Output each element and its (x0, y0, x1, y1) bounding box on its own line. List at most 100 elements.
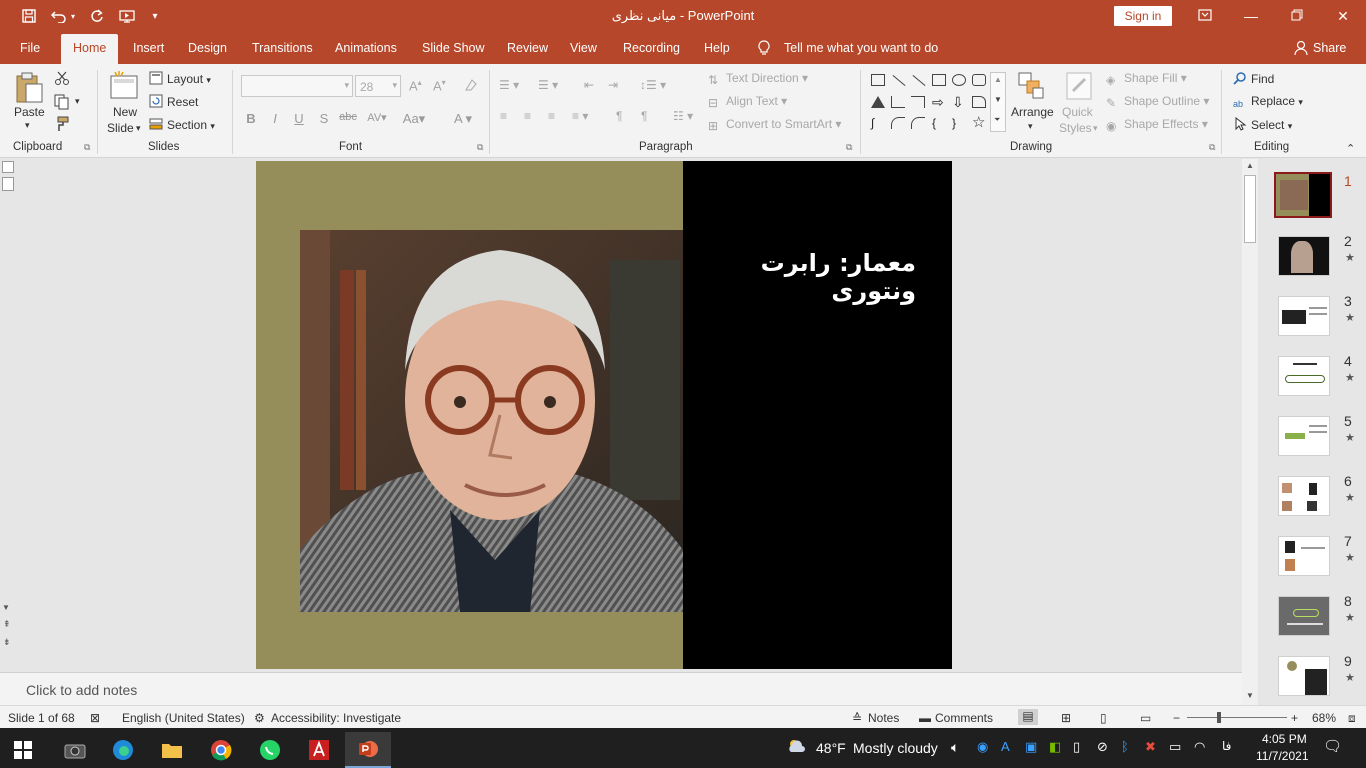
thumbnail-slide-9[interactable] (1278, 656, 1330, 696)
zoom-in-icon[interactable]: + (1291, 711, 1298, 725)
quick-styles-button[interactable]: Quick (1062, 105, 1093, 119)
accessibility-icon[interactable]: ⚙ (254, 711, 265, 725)
shape-outline-button[interactable]: ✎ Shape Outline ▾ (1106, 94, 1209, 110)
scroll-up-icon[interactable]: ▲ (1246, 161, 1254, 170)
spell-check-icon[interactable]: ⊠ (90, 711, 100, 725)
zoom-slider-thumb[interactable] (1217, 712, 1221, 723)
slideshow-view-icon[interactable]: ▭ (1140, 711, 1151, 725)
shapes-gallery[interactable]: ⇨ ⇩ ∫ { } ☆ (869, 72, 989, 132)
camera-app-icon[interactable] (52, 732, 98, 768)
format-painter-icon[interactable] (54, 116, 70, 135)
arrange-dropdown-icon[interactable]: ▾ (1028, 121, 1033, 132)
tab-design[interactable]: Design (188, 41, 227, 55)
usb-device-icon[interactable]: ▯ (1073, 739, 1080, 755)
wifi-icon[interactable]: ◠ (1194, 739, 1205, 755)
ltr-icon[interactable]: ¶ (641, 109, 647, 123)
select-button[interactable]: Select ▾ (1233, 116, 1292, 132)
quick-styles-dropdown-icon[interactable]: ▾ (1093, 123, 1098, 134)
bold-icon[interactable]: B (242, 111, 260, 126)
scroll-down-icon[interactable]: ▼ (2, 603, 10, 612)
italic-icon[interactable]: I (266, 111, 284, 126)
new-slide-button[interactable]: New (113, 105, 137, 119)
weather-temperature[interactable]: 48°F (816, 740, 846, 756)
cut-icon[interactable] (54, 70, 70, 89)
tab-animations[interactable]: Animations (335, 41, 397, 55)
shape-effects-button[interactable]: ◉ Shape Effects ▾ (1106, 117, 1208, 133)
shadow-icon[interactable]: S (315, 111, 333, 126)
network-tray-icon[interactable]: ▣ (1025, 739, 1037, 755)
tell-me-search[interactable]: Tell me what you want to do (784, 41, 938, 55)
strikethrough-icon[interactable]: abc (339, 111, 357, 123)
minimize-icon[interactable]: — (1228, 4, 1274, 28)
notes-placeholder[interactable]: Click to add notes (26, 682, 137, 698)
increase-font-icon[interactable]: A▴ (409, 78, 422, 93)
autodesk-tray-icon[interactable]: A (1001, 739, 1010, 754)
quick-styles-button-line2[interactable]: Styles (1059, 121, 1092, 135)
tab-file[interactable]: File (20, 41, 40, 55)
section-button[interactable]: Section ▾ (149, 117, 215, 132)
tab-recording[interactable]: Recording (623, 41, 680, 55)
clock-date[interactable]: 11/7/2021 (1256, 749, 1309, 763)
start-windows-icon[interactable] (0, 732, 46, 768)
battery-icon[interactable]: ▭ (1169, 739, 1181, 755)
convert-smartart-button[interactable]: ⊞ Convert to SmartArt ▾ (708, 117, 841, 133)
security-alert-icon[interactable]: ✖ (1145, 739, 1156, 755)
thumbnail-slide-7[interactable] (1278, 536, 1330, 576)
thumbnail-slide-2[interactable] (1278, 236, 1330, 276)
copy-icon[interactable] (54, 94, 70, 113)
paste-dropdown-icon[interactable]: ▾ (25, 120, 30, 131)
scrollbar-thumb[interactable] (1244, 175, 1256, 243)
change-case-icon[interactable]: Aa▾ (399, 111, 429, 127)
font-size-combo[interactable]: 28 ▾ (355, 75, 401, 97)
thumbnail-slide-4[interactable] (1278, 356, 1330, 396)
weather-description[interactable]: Mostly cloudy (853, 740, 938, 756)
thumbnail-slide-1[interactable] (1274, 172, 1332, 218)
zoom-level[interactable]: 68% (1312, 711, 1336, 725)
find-button[interactable]: Find (1233, 71, 1274, 86)
edge-browser-icon[interactable] (100, 732, 146, 768)
new-slide-dropdown-icon[interactable]: ▾ (136, 123, 141, 134)
bluetooth-icon[interactable]: ᛒ (1121, 739, 1129, 754)
left-scrollbar[interactable]: ▼ ⇞ ⇟ (0, 159, 16, 671)
maximize-icon[interactable] (1274, 4, 1320, 28)
underline-icon[interactable]: U (290, 111, 308, 126)
tab-insert[interactable]: Insert (133, 41, 164, 55)
new-slide-button-line2[interactable]: Slide (107, 121, 134, 135)
font-name-combo[interactable]: ▾ (241, 75, 353, 97)
align-center-icon[interactable]: ≡ (524, 109, 531, 123)
rtl-icon[interactable]: ¶ (616, 109, 622, 123)
clock-time[interactable]: 4:05 PM (1262, 732, 1307, 746)
thumbnail-slide-6[interactable] (1278, 476, 1330, 516)
decrease-font-icon[interactable]: A▾ (433, 78, 446, 93)
drawing-launcher-icon[interactable]: ⧉ (1209, 142, 1215, 153)
decrease-indent-icon[interactable]: ⇤ (584, 78, 594, 92)
clear-formatting-icon[interactable] (463, 77, 479, 96)
replace-button[interactable]: ab Replace ▾ (1233, 94, 1303, 113)
justify-icon[interactable]: ≡ ▾ (572, 109, 588, 123)
tab-home[interactable]: Home (61, 34, 119, 64)
bullets-icon[interactable]: ☰ ▾ (499, 78, 519, 92)
file-explorer-icon[interactable] (149, 732, 195, 768)
autocad-icon[interactable] (296, 732, 342, 768)
previous-slide-icon[interactable]: ⇞ (3, 619, 11, 630)
zoom-slider[interactable] (1187, 717, 1287, 718)
weather-cloud-icon[interactable] (786, 738, 808, 757)
clipboard-launcher-icon[interactable]: ⧉ (84, 142, 90, 153)
notes-toggle-icon[interactable]: ≙ (852, 711, 862, 725)
tab-view[interactable]: View (570, 41, 597, 55)
layout-button[interactable]: Layout ▾ (149, 71, 211, 86)
tray-app-icon[interactable]: ◉ (977, 739, 988, 755)
notes-toggle-button[interactable]: Notes (868, 711, 899, 725)
thumbnail-slide-8[interactable] (1278, 596, 1330, 636)
align-left-icon[interactable]: ≡ (500, 109, 507, 123)
ribbon-display-options-icon[interactable] (1182, 4, 1228, 28)
align-right-icon[interactable]: ≡ (548, 109, 555, 123)
align-text-button[interactable]: ⊟ Align Text ▾ (708, 94, 787, 110)
notifications-icon[interactable]: 🗨︎ (1323, 737, 1342, 755)
line-spacing-icon[interactable]: ↕☰ ▾ (640, 78, 666, 92)
tab-transitions[interactable]: Transitions (252, 41, 313, 55)
reading-view-icon[interactable]: ▯ (1100, 711, 1107, 725)
nvidia-icon[interactable]: ◧ (1049, 739, 1061, 755)
whatsapp-icon[interactable] (247, 732, 293, 768)
tab-review[interactable]: Review (507, 41, 548, 55)
